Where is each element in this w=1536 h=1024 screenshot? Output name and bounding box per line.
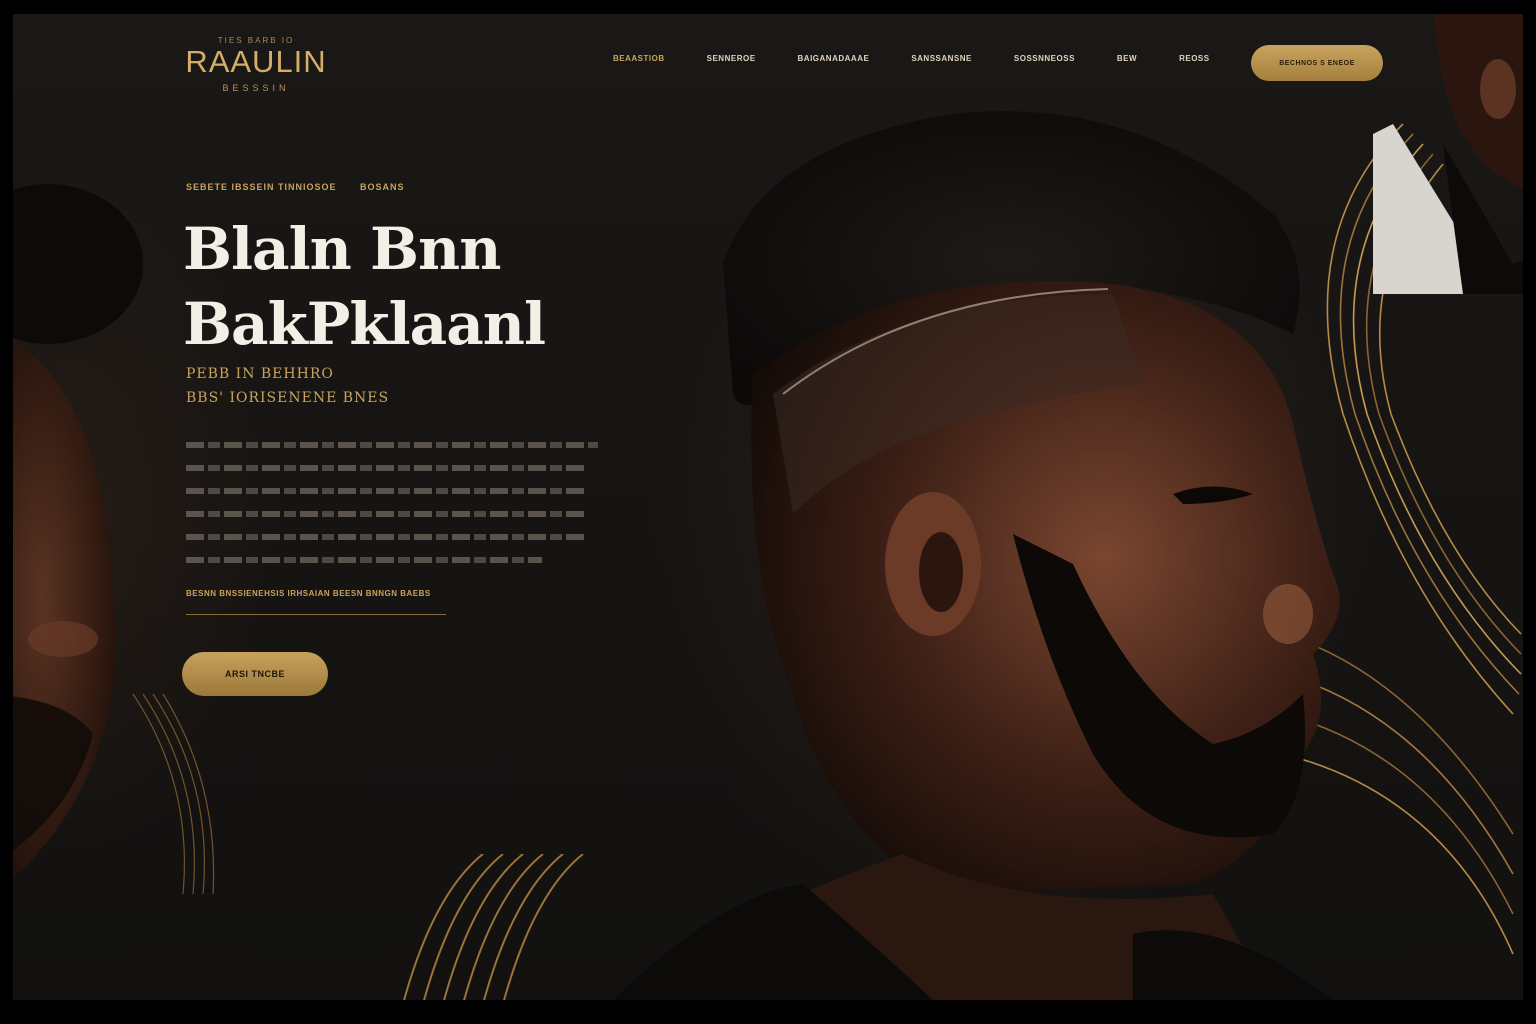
- hero-eyebrow-left: SEBETE IBSSEIN TINNIOSOE: [186, 182, 337, 192]
- hero-subheading-line1: PEBB IN BEHHRO: [186, 366, 334, 382]
- right-portrait-image: [1373, 14, 1523, 294]
- hero-eyebrow-right: BOSANS: [360, 182, 405, 192]
- nav-item-6[interactable]: BEW: [1117, 54, 1137, 63]
- hero-body-line: [186, 534, 584, 540]
- hero-body-line: [186, 488, 586, 494]
- hero-link-underline: [186, 614, 446, 615]
- hero-headline-line2: BakPklaanl: [183, 290, 546, 358]
- hero-text-link[interactable]: BESNN BNSSIENEHSIS IRHSAIAN BEESN BNNGN …: [186, 589, 431, 598]
- main-nav: BEAASTIOB SENNEROE BAIGANADAAAE SANSSANS…: [613, 54, 1252, 63]
- page-frame: TIES BARB IO RAAULIN BESSSIN BEAASTIOB S…: [13, 14, 1523, 1000]
- hero-body-line: [186, 465, 586, 471]
- hero-body-line: [186, 511, 584, 517]
- hero-headline: Blaln Bnn BakPklaanl: [183, 212, 546, 362]
- header-cta-button[interactable]: BECHNOS S ENEOE: [1251, 45, 1383, 81]
- hero-eyebrow: SEBETE IBSSEIN TINNIOSOE BOSANS: [186, 182, 405, 192]
- brand-name: RAAULIN: [185, 44, 327, 79]
- hero-cta-button[interactable]: ARSI TNCBE: [182, 652, 328, 696]
- brand-logo[interactable]: TIES BARB IO RAAULIN BESSSIN: [171, 36, 341, 93]
- nav-item-2[interactable]: SENNEROE: [707, 54, 756, 63]
- hero-subheading-line2: BBS' IORISENENE BNES: [186, 390, 390, 406]
- nav-item-1[interactable]: BEAASTIOB: [613, 54, 665, 63]
- nav-item-4[interactable]: SANSSANSNE: [911, 54, 972, 63]
- hero-body-line: [186, 557, 542, 563]
- nav-item-5[interactable]: SOSSNNEOSS: [1014, 54, 1075, 63]
- nav-item-7[interactable]: REOSS: [1179, 54, 1210, 63]
- brand-tagline-bottom: BESSSIN: [222, 83, 290, 93]
- gold-swoosh-left: [132, 694, 215, 894]
- hero-body-line: [186, 442, 598, 448]
- main-portrait-image: [613, 111, 1340, 1000]
- gold-swoosh-bottom: [403, 854, 584, 1000]
- hero-headline-line1: Blaln Bnn: [183, 215, 501, 283]
- hero-body-text: [186, 442, 598, 580]
- nav-item-3[interactable]: BAIGANADAAAE: [798, 54, 870, 63]
- hero-subheading: PEBB IN BEHHRO BBS' IORISENENE BNES: [186, 362, 389, 410]
